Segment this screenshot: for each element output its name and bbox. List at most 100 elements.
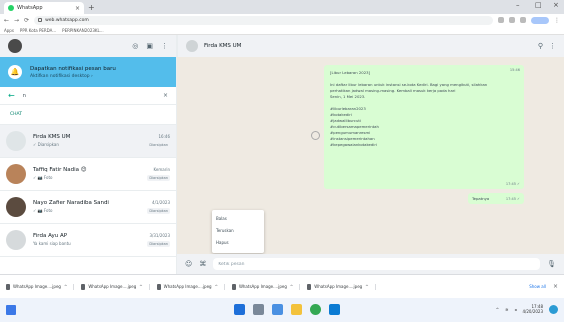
chrome-icon[interactable] bbox=[310, 304, 321, 315]
chat-item[interactable]: Firda Ayu AP 3/31/2023 Ya kami siap bantu… bbox=[0, 224, 176, 257]
avatar bbox=[6, 131, 26, 151]
notification-banner[interactable]: 🔔 Dapatkan notifikasi pesan baru Aktifka… bbox=[0, 57, 176, 87]
contact-avatar[interactable] bbox=[186, 40, 198, 52]
bookmark-apps[interactable]: Apps bbox=[4, 28, 14, 33]
volume-icon[interactable]: ◂ bbox=[514, 307, 516, 312]
chevron-up-icon: ^ bbox=[365, 284, 369, 289]
attach-icon[interactable]: ⌘ bbox=[199, 260, 206, 268]
bookmark-item[interactable]: PPR Kota PERDA... bbox=[20, 28, 56, 33]
search-input[interactable]: n bbox=[23, 93, 26, 99]
context-menu: Balas Teruskan Hapus bbox=[212, 210, 264, 253]
menu-item-forward[interactable]: Teruskan bbox=[212, 224, 264, 236]
section-label: CHAT bbox=[0, 105, 176, 125]
chat-name: Nayo Zafier Naradiba Sandi bbox=[33, 200, 109, 206]
forward-icon[interactable]: → bbox=[14, 17, 19, 24]
message-time: 17:45 ✓ bbox=[505, 196, 520, 201]
forward-icon[interactable] bbox=[311, 131, 320, 140]
task-view-icon[interactable] bbox=[272, 304, 283, 315]
bookmark-item[interactable]: PERPINKAN2023KL... bbox=[62, 28, 103, 33]
extension-icon[interactable] bbox=[509, 17, 515, 23]
chat-item[interactable]: Nayo Zafier Naradiba Sandi 4/1/2023 ✓ 📷 F… bbox=[0, 191, 176, 224]
whatsapp-app: ◎ ▣ ⋮ 🔔 Dapatkan notifikasi pesan baru A… bbox=[0, 35, 564, 274]
download-item[interactable]: WhatsApp Image....jpeg ^ bbox=[81, 283, 150, 290]
file-explorer-icon[interactable] bbox=[291, 304, 302, 315]
message-input[interactable] bbox=[213, 258, 541, 270]
tray-chevron-icon[interactable]: ^ bbox=[496, 307, 499, 312]
chat-item[interactable]: Firda KMS UM 16:46 ✓ Diarsipkan Diarsipkan bbox=[0, 125, 176, 158]
chat-name: Firda Ayu AP bbox=[33, 233, 68, 239]
show-all-button[interactable]: Show all bbox=[529, 284, 546, 289]
menu-item-delete[interactable]: Hapus bbox=[212, 236, 264, 248]
chat-list-panel: ◎ ▣ ⋮ 🔔 Dapatkan notifikasi pesan baru A… bbox=[0, 35, 177, 274]
url-field[interactable]: web.whatsapp.com bbox=[34, 15, 493, 25]
notification-subtitle[interactable]: Aktifkan notifikasi desktop › bbox=[30, 74, 116, 79]
back-arrow-icon[interactable]: ← bbox=[8, 91, 15, 100]
notification-icon[interactable] bbox=[549, 304, 558, 314]
archived-badge: Diarsipkan bbox=[147, 241, 170, 247]
chat-last-message: ✓ 📷 Foto bbox=[33, 208, 53, 213]
archived-badge: Diarsipkan bbox=[147, 208, 170, 214]
whatsapp-favicon-icon bbox=[8, 5, 14, 11]
chevron-up-icon: ^ bbox=[139, 284, 143, 289]
my-avatar[interactable] bbox=[8, 39, 22, 53]
extension-icon[interactable] bbox=[498, 17, 504, 23]
close-window-button[interactable]: × bbox=[553, 1, 559, 9]
message-composer: ☺ ⌘ 🎙 bbox=[177, 254, 564, 274]
extension-icon[interactable] bbox=[520, 17, 526, 23]
new-chat-icon[interactable]: ▣ bbox=[146, 42, 153, 50]
widgets-icon[interactable] bbox=[6, 305, 16, 315]
menu-item-reply[interactable]: Balas bbox=[212, 212, 264, 224]
download-item[interactable]: WhatsApp Image....jpeg ^ bbox=[156, 283, 225, 290]
system-tray: ^ ≋ ◂ 17:48 4/20/2023 bbox=[496, 304, 558, 314]
contact-name[interactable]: Firda KMS UM bbox=[204, 43, 241, 49]
message-bubble[interactable]: Tepatnya 17:45 ✓ bbox=[468, 193, 524, 204]
browser-menu-icon[interactable]: ⋮ bbox=[554, 17, 560, 24]
file-icon bbox=[6, 283, 10, 290]
file-icon bbox=[81, 283, 86, 290]
chat-item[interactable]: Taffiq Fatir Nadia 😊 Kemarin ✓ 📷 Foto Diar… bbox=[0, 158, 176, 191]
edge-icon[interactable] bbox=[329, 304, 340, 315]
avatar bbox=[6, 230, 26, 250]
chat-name: Firda KMS UM bbox=[33, 134, 71, 140]
taskbar: ^ ≋ ◂ 17:48 4/20/2023 bbox=[0, 298, 564, 322]
address-bar: ← → ⟳ web.whatsapp.com ⋮ bbox=[0, 14, 564, 26]
maximize-button[interactable]: □ bbox=[535, 1, 542, 9]
start-icon[interactable] bbox=[234, 304, 245, 315]
browser-tab[interactable]: WhatsApp × bbox=[4, 2, 84, 14]
search-icon[interactable] bbox=[253, 304, 264, 315]
menu-icon[interactable]: ⋮ bbox=[161, 42, 168, 50]
avatar bbox=[6, 197, 26, 217]
new-tab-button[interactable]: + bbox=[88, 3, 95, 12]
minimize-button[interactable]: – bbox=[516, 1, 520, 9]
chevron-up-icon: ^ bbox=[289, 284, 294, 289]
emoji-icon[interactable]: ☺ bbox=[185, 260, 192, 268]
lock-icon bbox=[38, 18, 43, 22]
search-icon[interactable]: ⚲ bbox=[538, 42, 543, 50]
message-text: Tepatnya bbox=[472, 196, 490, 201]
conversation-header[interactable]: Firda KMS UM ⚲ ⋮ bbox=[177, 35, 564, 57]
conversation-panel: Firda KMS UM ⚲ ⋮ 15:46 [Libur Lebaran 20… bbox=[177, 35, 564, 274]
profile-button[interactable] bbox=[531, 16, 549, 24]
communities-icon[interactable]: ◎ bbox=[132, 42, 138, 50]
clear-search-icon[interactable]: × bbox=[163, 92, 168, 99]
search-bar: ← n × bbox=[0, 87, 176, 105]
download-item[interactable]: WhatsApp Image....jpeg ^ bbox=[307, 283, 376, 290]
file-icon bbox=[156, 283, 161, 290]
message-bubble[interactable]: 15:46 [Libur Lebaran 2023] Ini daftar li… bbox=[324, 65, 524, 189]
download-item[interactable]: WhatsApp Image....jpeg ^ bbox=[6, 283, 75, 290]
menu-icon[interactable]: ⋮ bbox=[549, 42, 556, 50]
download-item[interactable]: WhatsApp Image....jpeg ^ bbox=[231, 283, 301, 290]
notification-title: Dapatkan notifikasi pesan baru bbox=[30, 65, 116, 72]
microphone-icon[interactable]: 🎙 bbox=[547, 260, 556, 268]
wifi-icon[interactable]: ≋ bbox=[505, 307, 508, 312]
reload-icon[interactable]: ⟳ bbox=[24, 17, 29, 24]
clock[interactable]: 17:48 4/20/2023 bbox=[522, 304, 543, 314]
chevron-up-icon: ^ bbox=[63, 284, 68, 289]
downloads-bar: WhatsApp Image....jpeg ^ WhatsApp Image..… bbox=[0, 274, 564, 298]
close-downloads-icon[interactable]: × bbox=[553, 283, 558, 290]
bookmarks-bar: Apps PPR Kota PERDA... PERPINKAN2023KL..… bbox=[0, 26, 564, 35]
chat-last-message: ✓ 📷 Foto bbox=[33, 175, 53, 180]
back-icon[interactable]: ← bbox=[4, 17, 9, 24]
close-tab-icon[interactable]: × bbox=[75, 5, 80, 12]
chat-time: Kemarin bbox=[153, 167, 170, 172]
